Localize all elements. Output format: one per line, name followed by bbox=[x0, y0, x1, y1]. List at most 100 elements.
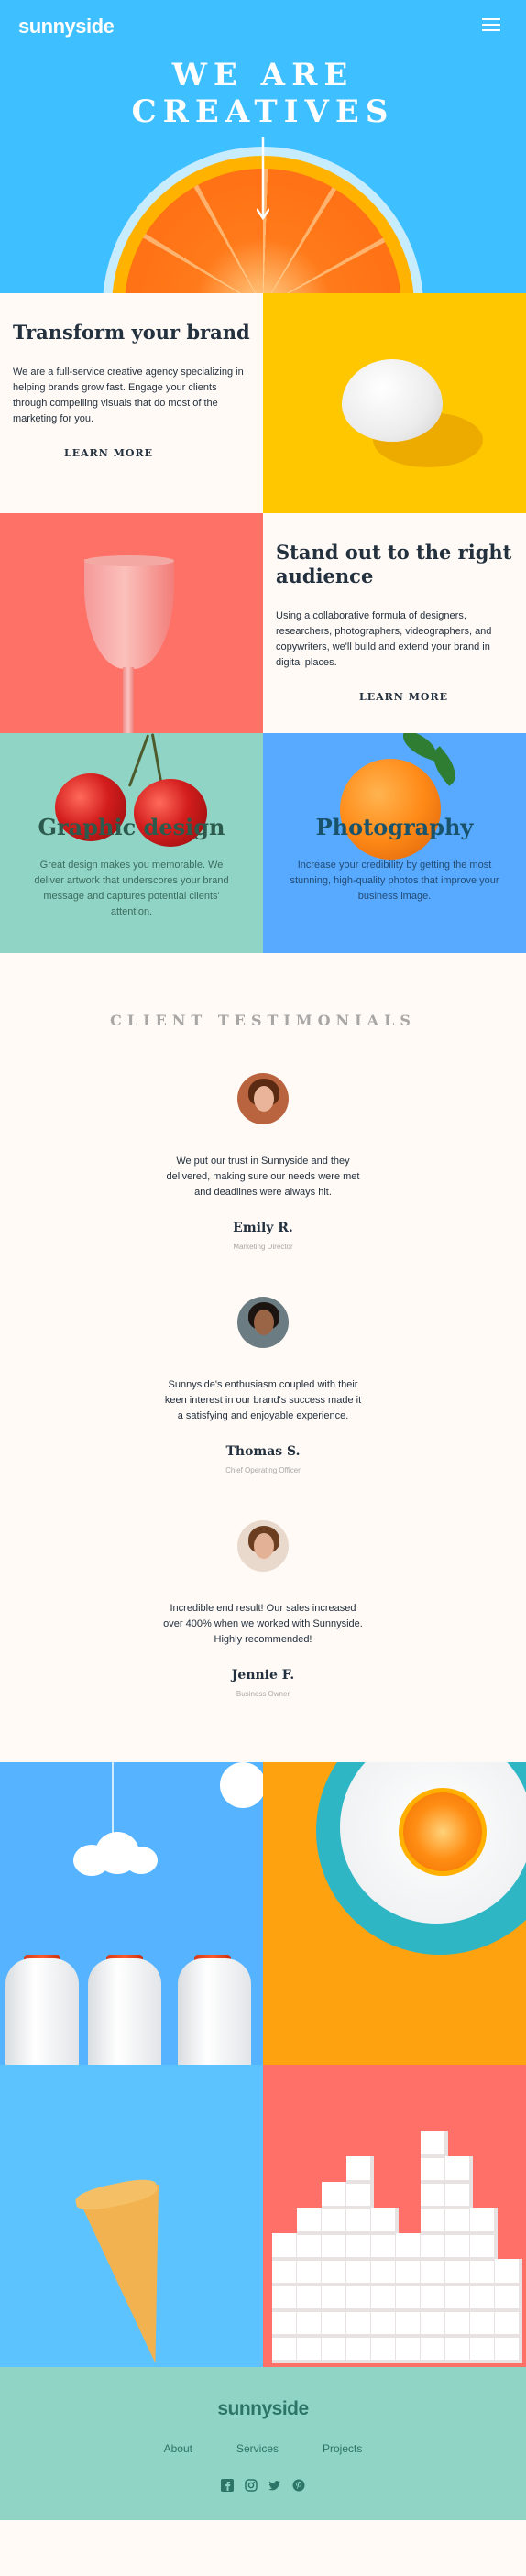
footer-link-about[interactable]: About bbox=[164, 2442, 192, 2455]
testimonial-quote: Incredible end result! Our sales increas… bbox=[163, 1603, 363, 1645]
sugar-cubes-image bbox=[263, 2065, 526, 2367]
sugar-cube bbox=[421, 2259, 448, 2286]
footer-link-services[interactable]: Services bbox=[236, 2442, 279, 2455]
sugar-cube bbox=[421, 2310, 448, 2338]
sugar-cube bbox=[470, 2259, 498, 2286]
sugar-cube bbox=[371, 2233, 399, 2261]
sugar-cube bbox=[495, 2336, 522, 2363]
hero-section: sunnyside WE ARE CREATIVES bbox=[0, 0, 526, 293]
sugar-cube bbox=[470, 2233, 498, 2261]
avatar-face bbox=[254, 1086, 274, 1112]
hero-title-line-1: WE ARE bbox=[171, 57, 355, 93]
sugar-cube bbox=[371, 2285, 399, 2312]
sugar-cube bbox=[272, 2259, 300, 2286]
sugar-cube bbox=[470, 2310, 498, 2338]
egg bbox=[342, 359, 443, 442]
sugar-cube bbox=[371, 2208, 399, 2235]
egg-image bbox=[263, 293, 526, 513]
waffle-cone bbox=[79, 2184, 195, 2367]
testimonials-heading: CLIENT TESTIMONIALS bbox=[110, 1012, 416, 1029]
testimonial-name: Emily R. bbox=[233, 1221, 293, 1235]
photography-tile: Photography Increase your credibility by… bbox=[263, 733, 526, 953]
testimonial-card: We put our trust in Sunnyside and they d… bbox=[0, 1073, 526, 1251]
sugar-cube bbox=[421, 2208, 448, 2235]
sugar-cube bbox=[322, 2336, 349, 2363]
testimonial-quote: We put our trust in Sunnyside and they d… bbox=[166, 1156, 360, 1198]
avatar-face bbox=[254, 1310, 274, 1335]
sugar-cube bbox=[322, 2182, 349, 2209]
sugar-cube bbox=[297, 2285, 324, 2312]
sugar-cube bbox=[272, 2233, 300, 2261]
sugar-cube bbox=[421, 2156, 448, 2184]
standout-body: Using a collaborative formula of designe… bbox=[276, 610, 492, 668]
testimonial-card: Incredible end result! Our sales increas… bbox=[0, 1520, 526, 1698]
arrow-down-icon[interactable] bbox=[257, 137, 269, 220]
milk-bottles-image bbox=[0, 1762, 263, 2065]
avatar bbox=[237, 1520, 289, 1572]
sugar-cube bbox=[445, 2285, 473, 2312]
sugar-cube bbox=[445, 2310, 473, 2338]
glass-rim bbox=[84, 555, 174, 566]
sugar-cube bbox=[470, 2336, 498, 2363]
testimonial-name: Thomas S. bbox=[225, 1444, 301, 1459]
photography-body: Increase your credibility by getting the… bbox=[290, 860, 499, 902]
sugar-cube bbox=[322, 2208, 349, 2235]
footer-logo[interactable]: sunnyside bbox=[0, 2398, 526, 2420]
graphic-design-body: Great design makes you memorable. We del… bbox=[34, 860, 229, 917]
sugar-cube bbox=[445, 2182, 473, 2209]
facebook-icon[interactable] bbox=[221, 2479, 234, 2492]
photography-title: Photography bbox=[315, 814, 474, 840]
pinterest-icon[interactable] bbox=[292, 2479, 305, 2492]
sugar-cube bbox=[396, 2336, 423, 2363]
sugar-cube bbox=[322, 2310, 349, 2338]
standout-title: Stand out to the right audience bbox=[276, 541, 512, 587]
sugar-cube bbox=[297, 2336, 324, 2363]
transform-section: Transform your brand We are a full-servi… bbox=[0, 293, 526, 513]
sugar-cube bbox=[346, 2259, 374, 2286]
sugar-cube bbox=[322, 2285, 349, 2312]
sugar-cube bbox=[421, 2182, 448, 2209]
testimonial-role: Marketing Director bbox=[233, 1243, 293, 1251]
sugar-cube bbox=[297, 2208, 324, 2235]
sugar-cube bbox=[272, 2336, 300, 2363]
instagram-icon[interactable] bbox=[245, 2479, 258, 2492]
testimonial-card: Sunnyside's enthusiasm coupled with thei… bbox=[0, 1297, 526, 1474]
sugar-cube bbox=[322, 2233, 349, 2261]
sugar-cube bbox=[346, 2233, 374, 2261]
sugar-cube bbox=[396, 2310, 423, 2338]
footer-link-projects[interactable]: Projects bbox=[323, 2442, 362, 2455]
testimonial-quote: Sunnyside's enthusiasm coupled with thei… bbox=[164, 1379, 362, 1421]
footer: sunnyside About Services Projects bbox=[0, 2367, 526, 2520]
sugar-cube bbox=[297, 2310, 324, 2338]
site-logo[interactable]: sunnyside bbox=[18, 15, 115, 38]
sugar-cube bbox=[445, 2259, 473, 2286]
sugar-cube bbox=[371, 2336, 399, 2363]
standout-text: Stand out to the right audience Using a … bbox=[263, 513, 526, 733]
hero-title: WE ARE CREATIVES bbox=[0, 57, 526, 130]
milk-bottle bbox=[88, 1958, 161, 2065]
transform-text: Transform your brand We are a full-servi… bbox=[0, 293, 263, 513]
sugar-cube bbox=[272, 2285, 300, 2312]
sugar-cube bbox=[445, 2336, 473, 2363]
sugar-cube bbox=[322, 2259, 349, 2286]
sugar-cube bbox=[346, 2336, 374, 2363]
sugar-cube bbox=[445, 2233, 473, 2261]
social-links bbox=[0, 2479, 526, 2492]
sugar-cube bbox=[346, 2285, 374, 2312]
twitter-icon[interactable] bbox=[268, 2479, 281, 2492]
cherry-stem bbox=[127, 734, 150, 787]
sugar-cube bbox=[495, 2259, 522, 2286]
standout-learn-more-link[interactable]: LEARN MORE bbox=[356, 691, 452, 703]
orange-fruit bbox=[340, 759, 441, 860]
avatar bbox=[237, 1073, 289, 1124]
sugar-cube bbox=[297, 2233, 324, 2261]
hero-title-line-2: CREATIVES bbox=[131, 93, 395, 130]
sugar-cube bbox=[297, 2259, 324, 2286]
footer-nav: About Services Projects bbox=[0, 2442, 526, 2455]
transform-learn-more-link[interactable]: LEARN MORE bbox=[60, 447, 157, 459]
sugar-cube bbox=[495, 2310, 522, 2338]
hamburger-menu-icon[interactable] bbox=[482, 18, 500, 31]
testimonial-role: Chief Operating Officer bbox=[225, 1466, 301, 1474]
transform-title: Transform your brand bbox=[13, 321, 250, 344]
testimonial-role: Business Owner bbox=[236, 1690, 290, 1698]
